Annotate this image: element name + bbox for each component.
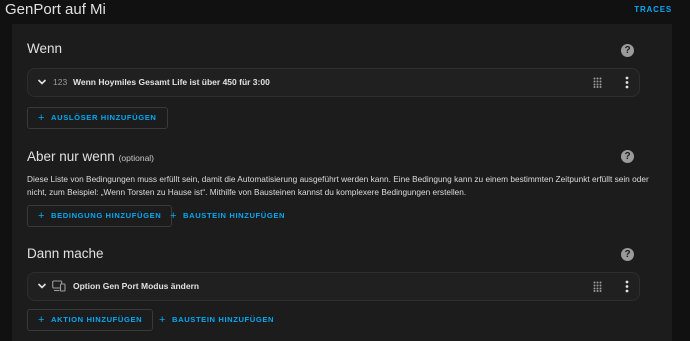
drag-handle-icon[interactable] [593,281,602,292]
condition-description: Diese Liste von Bedingungen muss erfüllt… [27,174,649,197]
add-action-block-button[interactable]: + BAUSTEIN HINZUFÜGEN [148,309,285,331]
add-block-label: BAUSTEIN HINZUFÜGEN [183,211,286,220]
trigger-card[interactable]: 123 Wenn Hoymiles Gesamt Life ist über 4… [27,68,640,97]
action-section-title: Dann mache [27,246,104,261]
automation-editor: Wenn ? 123 Wenn Hoymiles Gesamt Life ist… [12,24,672,341]
drag-handle-icon[interactable] [593,77,602,88]
condition-section-title: Aber nur wenn (optional) [27,149,154,164]
page-title: GenPort auf Mi [5,1,106,18]
add-trigger-label: AUSLÖSER HINZUFÜGEN [51,113,157,122]
add-action-button[interactable]: + AKTION HINZUFÜGEN [27,309,154,331]
add-condition-label: BEDINGUNG HINZUFÜGEN [51,211,162,220]
top-bar: GenPort auf Mi TRACES [0,0,690,22]
plus-icon: + [170,210,178,222]
add-action-label: AKTION HINZUFÜGEN [51,315,143,324]
optional-hint: (optional) [118,153,155,163]
add-trigger-button[interactable]: + AUSLÖSER HINZUFÜGEN [27,107,168,129]
plus-icon: + [38,112,46,124]
trigger-section-title: Wenn [27,41,63,56]
action-card[interactable]: Option Gen Port Modus ändern [27,272,640,301]
more-vertical-icon[interactable] [625,76,629,89]
add-condition-block-button[interactable]: + BAUSTEIN HINZUFÜGEN [159,205,296,227]
help-circle-icon[interactable]: ? [621,248,634,261]
numeric-state-icon: 123 [53,77,68,87]
help-circle-icon[interactable]: ? [621,150,634,163]
add-block-label: BAUSTEIN HINZUFÜGEN [172,315,275,324]
plus-icon: + [159,314,167,326]
trigger-label: Wenn Hoymiles Gesamt Life ist über 450 f… [73,77,270,87]
chevron-down-icon[interactable] [35,279,49,293]
plus-icon: + [38,314,46,326]
traces-button[interactable]: TRACES [634,5,672,14]
action-label: Option Gen Port Modus ändern [73,281,200,291]
add-condition-button[interactable]: + BEDINGUNG HINZUFÜGEN [27,205,173,227]
more-vertical-icon[interactable] [625,280,629,293]
chevron-down-icon[interactable] [35,75,49,89]
devices-icon [52,280,66,292]
plus-icon: + [38,210,46,222]
condition-title-text: Aber nur wenn [27,149,115,164]
help-circle-icon[interactable]: ? [621,44,634,57]
